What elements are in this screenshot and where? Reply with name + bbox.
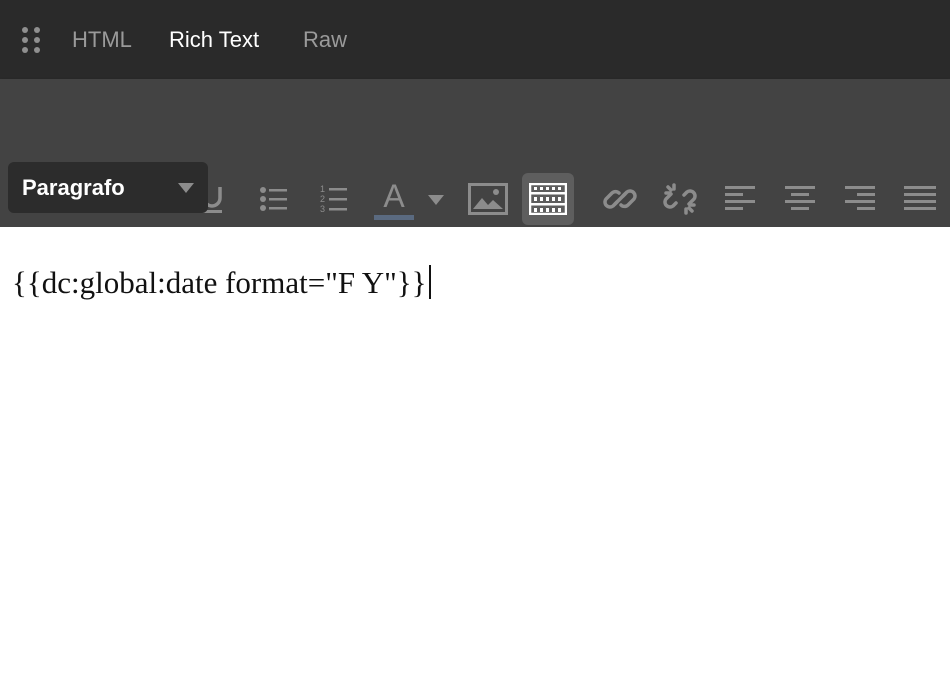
bulleted-list-icon — [260, 187, 287, 211]
numbered-list-icon: 1 2 3 — [320, 184, 347, 214]
insert-image-button[interactable] — [462, 173, 514, 225]
link-icon — [603, 189, 637, 209]
insert-table-button[interactable] — [522, 173, 574, 225]
table-icon — [529, 183, 567, 215]
unlink-button[interactable] — [654, 173, 706, 225]
paragraph-format-value: Paragrafo — [22, 174, 125, 200]
align-left-icon — [725, 186, 755, 210]
insert-link-button[interactable] — [594, 173, 646, 225]
align-center-icon — [785, 186, 815, 210]
svg-text:A: A — [383, 178, 405, 214]
text-color-dropdown-icon — [428, 195, 444, 205]
text-cursor — [428, 265, 431, 299]
image-icon — [468, 183, 508, 215]
align-center-button[interactable] — [774, 173, 826, 225]
tab-raw[interactable]: Raw — [303, 26, 347, 54]
tab-html[interactable]: HTML — [72, 26, 132, 54]
editor-content-text: {{dc:global:date format="F Y"}} — [12, 265, 427, 300]
text-color-icon: A — [374, 178, 414, 220]
text-color-dropdown[interactable] — [422, 173, 450, 225]
text-color-button[interactable]: A — [368, 173, 420, 225]
unlink-icon — [663, 183, 697, 215]
numbered-list-button[interactable]: 1 2 3 — [308, 173, 360, 225]
align-justify-button[interactable] — [894, 173, 946, 225]
bulleted-list-button[interactable] — [248, 173, 300, 225]
rich-text-toolbar: ABC 1 2 3 A — [0, 79, 950, 284]
tab-rich-text[interactable]: Rich Text — [169, 26, 259, 54]
paragraph-format-select[interactable]: Paragrafo — [8, 162, 208, 213]
chevron-down-icon — [178, 183, 194, 193]
drag-handle-icon[interactable] — [22, 27, 42, 53]
align-right-icon — [845, 186, 875, 210]
align-right-button[interactable] — [834, 173, 886, 225]
editor-content-line[interactable]: {{dc:global:date format="F Y"}} — [12, 263, 431, 303]
rich-text-editor-area[interactable]: {{dc:global:date format="F Y"}} — [0, 227, 950, 694]
svg-text:2: 2 — [320, 194, 325, 204]
align-left-button[interactable] — [714, 173, 766, 225]
svg-text:3: 3 — [320, 204, 325, 214]
align-justify-icon — [904, 186, 936, 210]
svg-text:1: 1 — [320, 184, 325, 194]
editor-mode-bar: HTML Rich Text Raw — [0, 0, 950, 79]
